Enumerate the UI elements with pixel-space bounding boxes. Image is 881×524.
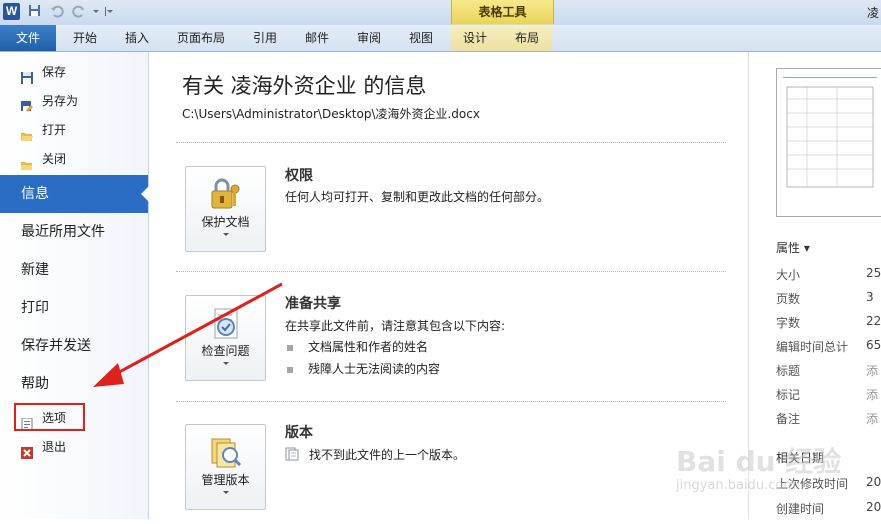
inspect-document-icon bbox=[208, 306, 244, 342]
nav-exit[interactable]: 退出 bbox=[0, 433, 148, 461]
file-path: C:\Users\Administrator\Desktop\凌海外资企业.do… bbox=[182, 107, 480, 121]
nav-print[interactable]: 打印 bbox=[0, 289, 148, 327]
nav-save[interactable]: 保存 bbox=[0, 58, 148, 86]
close-folder-icon bbox=[21, 153, 33, 170]
title-bar: W 表格工具 凌 bbox=[0, 0, 881, 25]
prop-created: 创建时间 20 bbox=[776, 500, 881, 516]
list-item: 残障人士无法阅读的内容 bbox=[287, 360, 440, 377]
chevron-down-icon bbox=[223, 362, 229, 365]
chevron-down-icon bbox=[223, 233, 229, 236]
divider bbox=[176, 142, 726, 143]
nav-close[interactable]: 关闭 bbox=[0, 145, 148, 173]
prepare-sharing-desc: 在共享此文件前，请注意其包含以下内容: bbox=[285, 319, 506, 333]
nav-info[interactable]: 信息 bbox=[0, 175, 149, 213]
prop-comments[interactable]: 备注添 bbox=[776, 410, 881, 434]
table-tools-context-group: 表格工具 bbox=[451, 0, 554, 24]
undo-dropdown-icon[interactable] bbox=[92, 4, 100, 20]
prop-title[interactable]: 标题添 bbox=[776, 362, 881, 386]
prop-editing-time: 编辑时间总计 65 bbox=[776, 338, 881, 354]
document-thumbnail[interactable] bbox=[776, 68, 881, 217]
lock-key-icon bbox=[208, 177, 244, 213]
redo-icon[interactable] bbox=[72, 4, 86, 20]
versions-desc: 找不到此文件的上一个版本。 bbox=[285, 446, 465, 464]
backstage-nav: 保存 另存为 打开 关闭 信息 最近所用文件 新建 打印 保存并发送 帮助 选项… bbox=[0, 52, 149, 519]
nav-new[interactable]: 新建 bbox=[0, 251, 148, 289]
tab-home[interactable]: 开始 bbox=[64, 25, 106, 51]
prop-words: 字数 22 bbox=[776, 314, 881, 330]
tab-mailings[interactable]: 邮件 bbox=[296, 25, 338, 51]
baidu-watermark-url: jingyan.baidu.com bbox=[676, 478, 796, 493]
word-logo-icon[interactable]: W bbox=[3, 3, 20, 20]
save-icon bbox=[21, 66, 33, 84]
prop-tags[interactable]: 标记添 bbox=[776, 386, 881, 410]
tab-layout[interactable]: 布局 bbox=[506, 25, 548, 51]
prop-pages: 页数 3 bbox=[776, 290, 874, 306]
prop-size: 大小25. bbox=[776, 266, 881, 282]
chevron-down-icon bbox=[223, 491, 229, 494]
customize-quick-access-icon[interactable] bbox=[104, 4, 114, 20]
properties-header[interactable]: 属性 ▾ bbox=[776, 239, 810, 256]
tab-review[interactable]: 审阅 bbox=[348, 25, 390, 51]
nav-help[interactable]: 帮助 bbox=[0, 365, 148, 403]
prepare-sharing-title: 准备共享 bbox=[285, 296, 341, 312]
save-icon[interactable] bbox=[28, 4, 41, 20]
nav-save-and-send[interactable]: 保存并发送 bbox=[0, 327, 148, 365]
exit-icon bbox=[21, 441, 33, 459]
nav-open[interactable]: 打开 bbox=[0, 116, 148, 144]
tab-design[interactable]: 设计 bbox=[454, 25, 496, 51]
divider bbox=[176, 401, 726, 402]
open-folder-icon bbox=[21, 124, 33, 141]
options-highlight-box bbox=[14, 403, 85, 431]
tab-file[interactable]: 文件 bbox=[0, 25, 56, 51]
permissions-title: 权限 bbox=[285, 168, 313, 184]
manage-versions-button[interactable]: 管理版本 bbox=[185, 424, 266, 510]
list-item: 文档属性和作者的姓名 bbox=[287, 338, 428, 355]
divider bbox=[176, 271, 726, 272]
baidu-watermark: Bai du 经验 bbox=[676, 445, 842, 478]
nav-save-as[interactable]: 另存为 bbox=[0, 87, 148, 115]
window-title: 凌 bbox=[866, 6, 879, 20]
tab-view[interactable]: 视图 bbox=[400, 25, 442, 51]
versions-title: 版本 bbox=[285, 425, 313, 441]
page-title: 有关 凌海外资企业 的信息 bbox=[182, 74, 427, 98]
tab-references[interactable]: 引用 bbox=[244, 25, 286, 51]
no-versions-icon bbox=[285, 447, 299, 464]
save-as-icon bbox=[21, 95, 33, 112]
info-panel: 有关 凌海外资企业 的信息 C:\Users\Administrator\Des… bbox=[149, 52, 748, 519]
versions-icon bbox=[208, 435, 244, 471]
tab-page-layout[interactable]: 页面布局 bbox=[168, 25, 234, 51]
protect-document-button[interactable]: 保护文档 bbox=[185, 166, 266, 252]
nav-recent[interactable]: 最近所用文件 bbox=[0, 213, 148, 251]
tab-insert[interactable]: 插入 bbox=[116, 25, 158, 51]
check-for-issues-button[interactable]: 检查问题 bbox=[185, 295, 266, 381]
permissions-desc: 任何人均可打开、复制和更改此文档的任何部分。 bbox=[285, 190, 550, 204]
undo-icon[interactable] bbox=[50, 4, 64, 20]
ribbon-tab-bar: 文件 开始 插入 页面布局 引用 邮件 审阅 视图 设计 布局 bbox=[0, 25, 881, 52]
